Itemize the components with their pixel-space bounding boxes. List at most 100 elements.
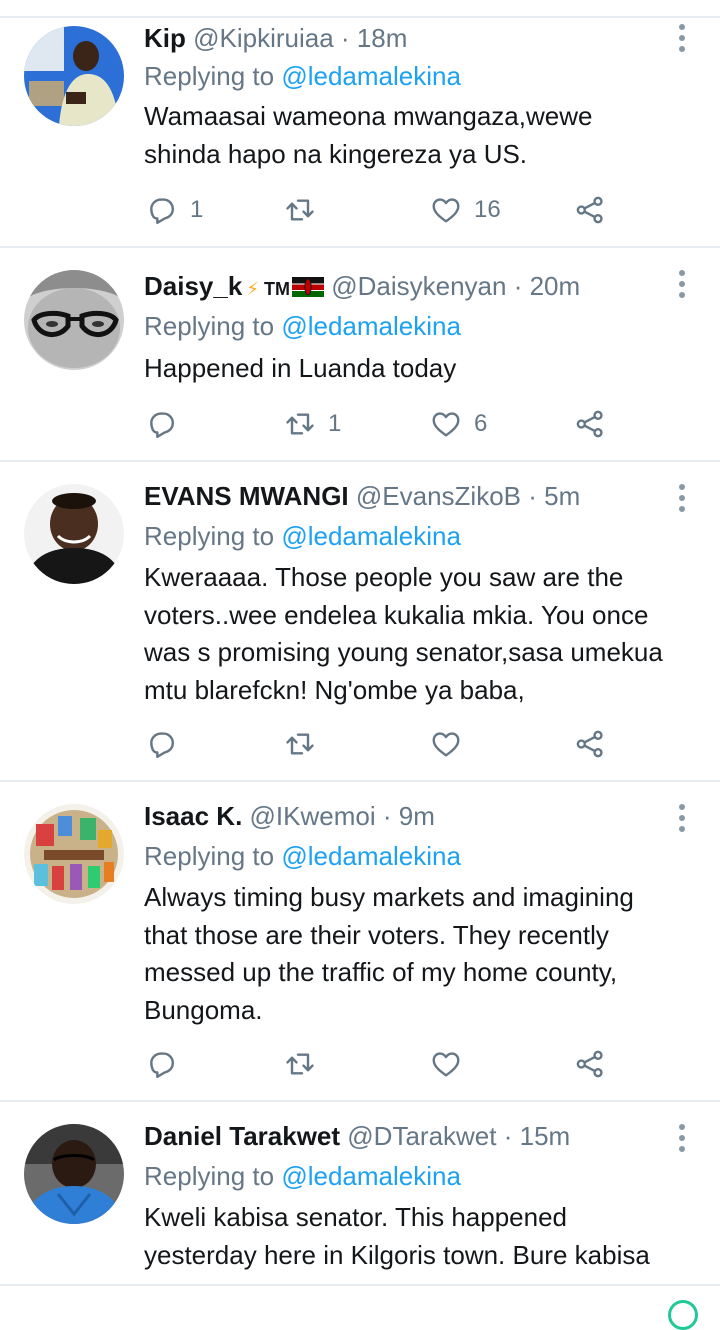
- display-name[interactable]: Daisy_k: [144, 271, 242, 301]
- retweet-icon: [284, 194, 316, 226]
- timestamp[interactable]: 9m: [399, 801, 435, 831]
- display-name[interactable]: Daniel Tarakwet: [144, 1121, 340, 1151]
- replying-to: Replying to @ledamalekina: [144, 836, 461, 876]
- replying-to-label: Replying to: [144, 61, 275, 91]
- reply-button[interactable]: [146, 724, 190, 764]
- mention-link[interactable]: @ledamalekina: [281, 521, 461, 551]
- retweet-icon: [284, 1048, 316, 1080]
- reply-icon: [146, 194, 178, 226]
- tweet-header: EVANS MWANGI @EvansZikoB · 5m: [144, 476, 660, 516]
- mention-link[interactable]: @ledamalekina: [281, 311, 461, 341]
- tweet[interactable]: Isaac K. @IKwemoi · 9m Replying to @leda…: [0, 782, 720, 1102]
- tweet-text: Wamaasai wameona mwangaza,wewe shinda ha…: [144, 101, 593, 169]
- compose-fab-icon[interactable]: [668, 1300, 698, 1330]
- reply-icon: [146, 728, 178, 760]
- replying-to-label: Replying to: [144, 521, 275, 551]
- timestamp[interactable]: 20m: [530, 271, 581, 301]
- action-bar: 1 6: [144, 404, 696, 444]
- kenya-flag-icon: [291, 277, 324, 297]
- share-icon: [574, 408, 606, 440]
- timestamp[interactable]: 5m: [544, 481, 580, 511]
- replying-to-label: Replying to: [144, 311, 275, 341]
- share-button[interactable]: [574, 1044, 606, 1084]
- tweet-header: Daisy_k ⚡ TM @Daisykenyan · 20m: [144, 266, 660, 306]
- like-button[interactable]: [430, 724, 474, 764]
- reply-button[interactable]: [146, 404, 190, 444]
- name-badge: ⚡ TM: [246, 279, 290, 299]
- separator: ·: [382, 801, 392, 831]
- action-bar: 1 16: [144, 190, 696, 230]
- tweet-text: Always timing busy markets and imagining…: [144, 882, 634, 1025]
- share-icon: [574, 194, 606, 226]
- more-options-icon[interactable]: [674, 268, 690, 300]
- more-options-icon[interactable]: [674, 482, 690, 514]
- avatar[interactable]: [24, 270, 124, 370]
- tweet[interactable]: EVANS MWANGI @EvansZikoB · 5m Replying t…: [0, 462, 720, 782]
- tweet-text: Kweli kabisa senator. This happened yest…: [144, 1202, 650, 1270]
- like-count: 16: [474, 196, 501, 223]
- retweet-icon: [284, 728, 316, 760]
- display-name[interactable]: Isaac K.: [144, 801, 242, 831]
- retweet-button[interactable]: [284, 1044, 328, 1084]
- user-handle[interactable]: @Daisykenyan: [331, 271, 506, 301]
- retweet-count: 1: [328, 410, 342, 437]
- separator: ·: [528, 481, 537, 511]
- tweet[interactable]: Daisy_k ⚡ TM @Daisykenyan · 20m Replying …: [0, 248, 720, 462]
- more-options-icon[interactable]: [674, 22, 690, 54]
- tweet[interactable]: Kip @Kipkiruiaa · 18m Replying to @ledam…: [0, 18, 720, 248]
- separator: ·: [340, 23, 350, 53]
- avatar[interactable]: [24, 26, 124, 126]
- replying-to: Replying to @ledamalekina: [144, 306, 461, 346]
- replying-to: Replying to @ledamalekina: [144, 56, 461, 96]
- display-name[interactable]: Kip: [144, 23, 186, 53]
- tweet[interactable]: Daniel Tarakwet @DTarakwet · 15m Replyin…: [0, 1102, 720, 1286]
- user-handle[interactable]: @EvansZikoB: [356, 481, 521, 511]
- replying-to-label: Replying to: [144, 1161, 275, 1191]
- avatar[interactable]: [24, 484, 124, 584]
- separator: ·: [513, 271, 523, 301]
- timestamp[interactable]: 15m: [520, 1121, 571, 1151]
- reply-icon: [146, 408, 178, 440]
- user-handle[interactable]: @DTarakwet: [347, 1121, 496, 1151]
- reply-button[interactable]: [146, 1044, 190, 1084]
- like-icon: [430, 408, 462, 440]
- user-handle[interactable]: @IKwemoi: [250, 801, 376, 831]
- share-button[interactable]: [574, 404, 606, 444]
- avatar[interactable]: [24, 804, 124, 904]
- retweet-icon: [284, 408, 316, 440]
- display-name[interactable]: EVANS MWANGI: [144, 481, 349, 511]
- share-button[interactable]: [574, 724, 606, 764]
- avatar[interactable]: [24, 1124, 124, 1224]
- tweet-header: Daniel Tarakwet @DTarakwet · 15m: [144, 1116, 660, 1156]
- retweet-button[interactable]: [284, 724, 328, 764]
- like-icon: [430, 728, 462, 760]
- separator: ·: [503, 1121, 513, 1151]
- user-handle[interactable]: @Kipkiruiaa: [193, 23, 334, 53]
- action-bar: [144, 724, 696, 764]
- like-button[interactable]: 16: [430, 190, 501, 230]
- reply-icon: [146, 1048, 178, 1080]
- replying-to: Replying to @ledamalekina: [144, 516, 461, 556]
- share-button[interactable]: [574, 190, 606, 230]
- mention-link[interactable]: @ledamalekina: [281, 1161, 461, 1191]
- timestamp[interactable]: 18m: [357, 23, 408, 53]
- action-bar: [144, 1044, 696, 1084]
- divider: [0, 1284, 720, 1286]
- share-icon: [574, 728, 606, 760]
- share-icon: [574, 1048, 606, 1080]
- retweet-button[interactable]: [284, 190, 328, 230]
- like-count: 6: [474, 410, 488, 437]
- more-options-icon[interactable]: [674, 1122, 690, 1154]
- reply-button[interactable]: 1: [146, 190, 203, 230]
- mention-link[interactable]: @ledamalekina: [281, 61, 461, 91]
- retweet-button[interactable]: 1: [284, 404, 341, 444]
- tweet-header: Kip @Kipkiruiaa · 18m: [144, 18, 660, 58]
- mention-link[interactable]: @ledamalekina: [281, 841, 461, 871]
- like-button[interactable]: 6: [430, 404, 487, 444]
- bolt-emoji-icon: ⚡: [246, 279, 259, 299]
- more-options-icon[interactable]: [674, 802, 690, 834]
- reply-count: 1: [190, 196, 204, 223]
- tm-badge: TM: [263, 279, 290, 299]
- like-button[interactable]: [430, 1044, 474, 1084]
- like-icon: [430, 1048, 462, 1080]
